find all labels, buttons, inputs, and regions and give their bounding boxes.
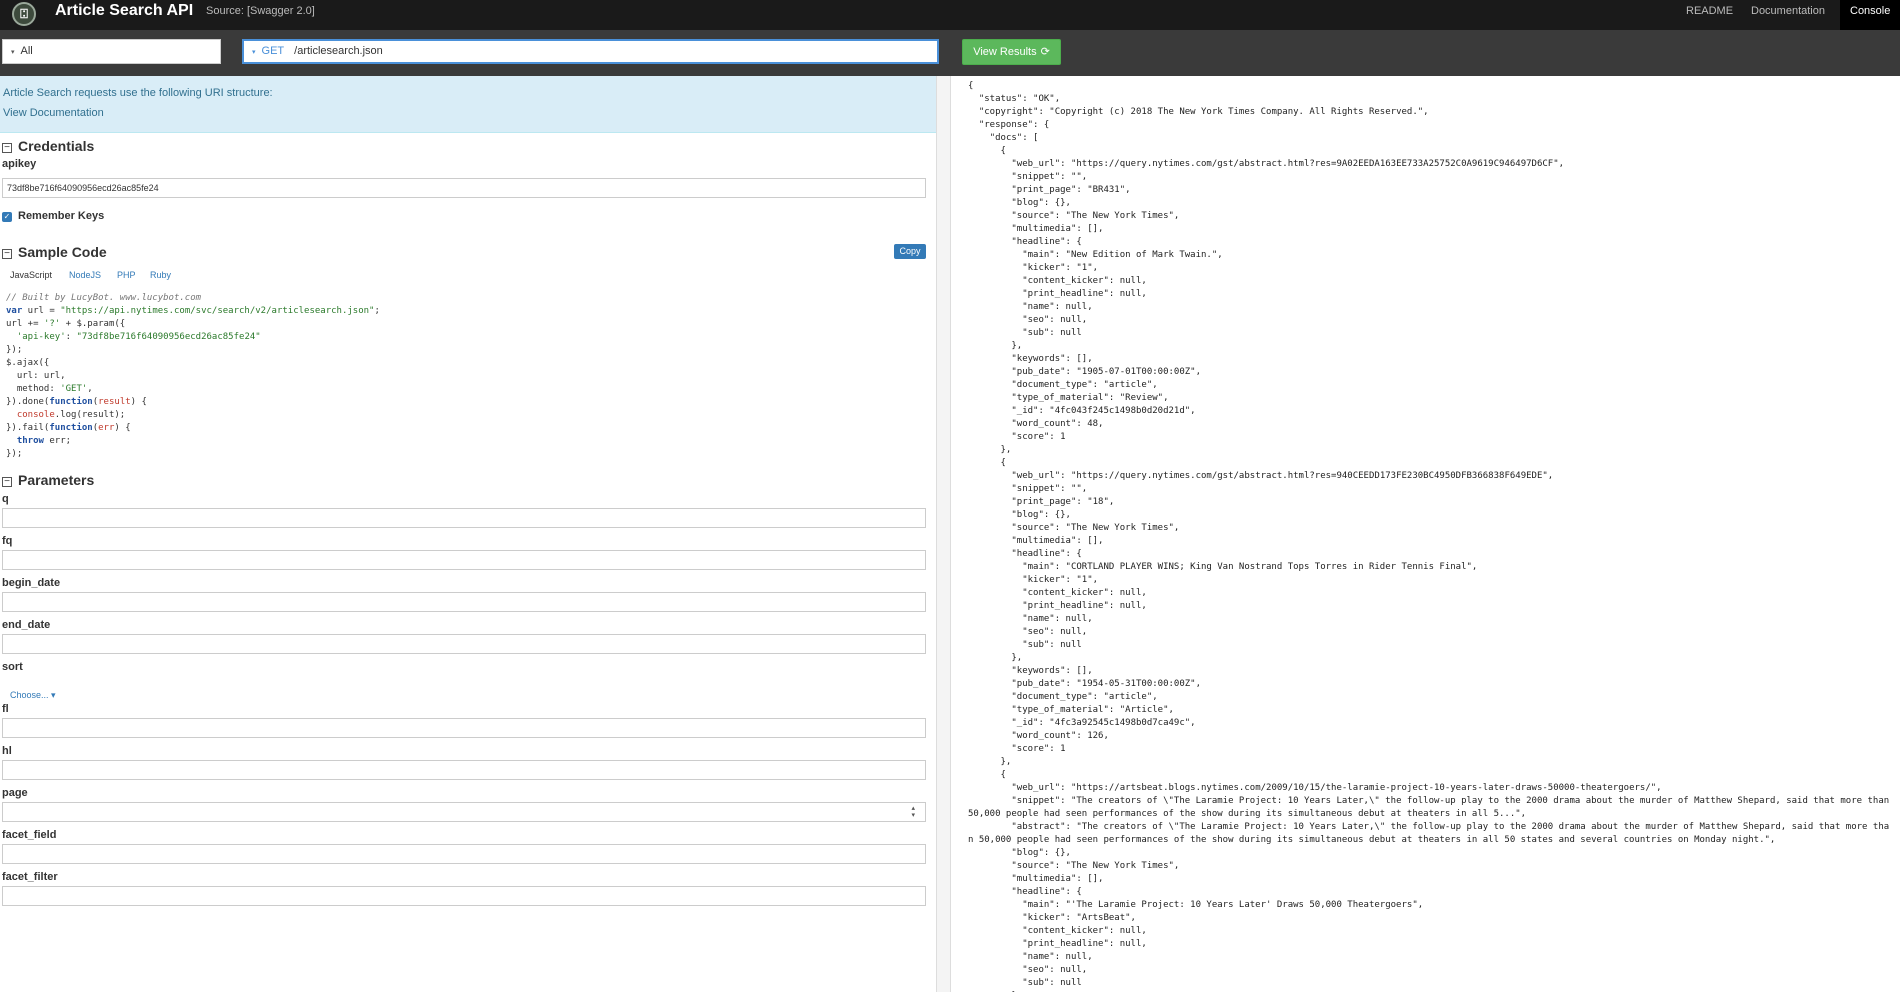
- nav-documentation[interactable]: Documentation: [1751, 0, 1825, 30]
- sample-code-block: // Built by LucyBot. www.lucybot.com var…: [6, 293, 380, 459]
- param-sort-dropdown[interactable]: Choose... ▾: [10, 690, 56, 701]
- nav-readme[interactable]: README: [1686, 0, 1733, 30]
- view-results-label: View Results: [973, 46, 1037, 58]
- console-toolbar: ▾ All ▾ GET/articlesearch.json View Result…: [0, 30, 1900, 76]
- credentials-title: Credentials: [18, 138, 95, 154]
- app-title[interactable]: Article Search API: [55, 1, 193, 21]
- param-facet-field-label: facet_field: [2, 829, 57, 841]
- view-documentation-link[interactable]: View Documentation: [3, 107, 104, 119]
- endpoint-path: /articlesearch.json: [294, 45, 383, 57]
- param-end-date-label: end_date: [2, 619, 51, 631]
- sample-code-section-toggle[interactable]: − Sample Code: [2, 244, 107, 260]
- collapse-icon: −: [2, 249, 12, 259]
- param-q-input[interactable]: [2, 508, 926, 528]
- param-begin-date-label: begin_date: [2, 577, 61, 589]
- tab-javascript[interactable]: JavaScript: [10, 270, 52, 280]
- response-panel: { "status": "OK", "copyright": "Copyrigh…: [952, 76, 1900, 992]
- copy-code-button[interactable]: Copy: [894, 244, 926, 259]
- tab-php[interactable]: PHP: [117, 270, 136, 280]
- remember-keys-label: Remember Keys: [18, 210, 105, 222]
- param-hl-input[interactable]: [2, 760, 926, 780]
- parameters-title: Parameters: [18, 472, 95, 488]
- param-begin-date-input[interactable]: [2, 592, 926, 612]
- uri-info-box: Article Search requests use the followin…: [0, 76, 936, 133]
- collapse-icon: −: [2, 477, 12, 487]
- endpoint-select[interactable]: ▾ GET/articlesearch.json: [242, 39, 939, 64]
- http-method: GET: [261, 45, 285, 57]
- param-sort-label: sort: [2, 661, 23, 673]
- param-facet-filter-label: facet_filter: [2, 871, 58, 883]
- caret-down-icon: ▾: [51, 690, 56, 700]
- param-fq-input[interactable]: [2, 550, 926, 570]
- param-fq-label: fq: [2, 535, 13, 547]
- caret-down-icon: ▾: [11, 49, 15, 56]
- panel-divider[interactable]: [936, 76, 951, 992]
- lucybot-logo-icon[interactable]: ⍠: [12, 2, 36, 26]
- remember-keys-checkbox[interactable]: ✓: [2, 212, 12, 222]
- uri-info-text: Article Search requests use the followin…: [3, 87, 273, 99]
- api-source-label: Source: [Swagger 2.0]: [206, 5, 315, 17]
- apikey-label: apikey: [2, 158, 37, 170]
- param-hl-label: hl: [2, 745, 12, 757]
- param-end-date-input[interactable]: [2, 634, 926, 654]
- tag-filter-value: All: [20, 45, 33, 57]
- credentials-section-toggle[interactable]: − Credentials: [2, 138, 94, 154]
- sample-code-title: Sample Code: [18, 244, 107, 260]
- response-json: { "status": "OK", "copyright": "Copyrigh…: [968, 81, 1890, 992]
- param-fl-label: fl: [2, 703, 9, 715]
- caret-down-icon: ▾: [252, 49, 256, 56]
- param-fl-input[interactable]: [2, 718, 926, 738]
- view-results-button[interactable]: View Results ⟳: [962, 39, 1061, 65]
- param-facet-field-input[interactable]: [2, 844, 926, 864]
- nav-console[interactable]: Console: [1840, 0, 1900, 30]
- request-panel: Article Search requests use the followin…: [0, 76, 936, 992]
- tab-ruby[interactable]: Ruby: [150, 270, 171, 280]
- parameters-section-toggle[interactable]: − Parameters: [2, 472, 94, 488]
- tag-filter-select[interactable]: ▾ All: [2, 39, 221, 64]
- param-q-label: q: [2, 493, 9, 505]
- refresh-icon: ⟳: [1040, 46, 1050, 58]
- number-spinner-icon[interactable]: ▴ ▾: [911, 805, 915, 819]
- tab-nodejs[interactable]: NodeJS: [69, 270, 101, 280]
- param-page-label: page: [2, 787, 28, 799]
- param-facet-filter-input[interactable]: [2, 886, 926, 906]
- collapse-icon: −: [2, 143, 12, 153]
- top-navbar: ⍠ Article Search API Source: [Swagger 2.…: [0, 0, 1900, 30]
- apikey-input[interactable]: 73df8be716f64090956ecd26ac85fe24: [2, 178, 926, 198]
- param-page-input[interactable]: ▴ ▾: [2, 802, 926, 822]
